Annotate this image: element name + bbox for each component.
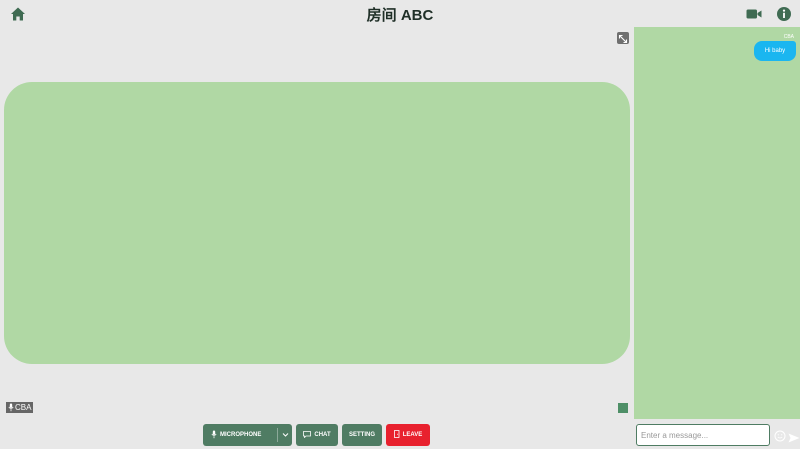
chat-label: CHAT	[314, 432, 331, 438]
leave-button[interactable]: LEAVE	[386, 424, 430, 446]
header: 房间 ABC	[0, 0, 800, 28]
meeting-room-app: 房间 ABC CBA MICROPHONE CHAT SETTING LEAVE…	[0, 0, 800, 449]
setting-button[interactable]: SETTING	[342, 424, 382, 446]
send-icon[interactable]	[788, 430, 800, 443]
microphone-muted-icon	[8, 403, 14, 412]
chat-button[interactable]: CHAT	[296, 424, 338, 446]
setting-label: SETTING	[348, 432, 375, 438]
microphone-icon	[211, 430, 217, 441]
room-title: 房间 ABC	[366, 7, 434, 24]
local-user-name: CBA	[15, 403, 32, 412]
leave-label: LEAVE	[402, 432, 423, 438]
leave-icon	[393, 430, 400, 440]
button-divider	[277, 428, 278, 442]
layout-icon[interactable]	[618, 403, 628, 413]
chevron-down-icon[interactable]	[282, 431, 289, 440]
microphone-button[interactable]: MICROPHONE	[203, 424, 292, 446]
message-bubble: Hi baby	[754, 41, 796, 61]
emoji-icon[interactable]	[774, 429, 786, 442]
microphone-label: MICROPHONE	[220, 432, 262, 438]
chat-icon	[303, 430, 312, 440]
message-sender: CBA	[783, 34, 794, 40]
expand-icon[interactable]	[617, 32, 629, 44]
info-icon[interactable]	[776, 6, 792, 22]
message-input[interactable]	[636, 424, 770, 446]
video-camera-icon[interactable]	[746, 7, 762, 21]
video-tile	[4, 82, 630, 364]
chat-input-bar	[634, 420, 800, 449]
chat-panel: CBA Hi baby	[634, 27, 800, 419]
local-user-label: CBA	[6, 402, 34, 413]
